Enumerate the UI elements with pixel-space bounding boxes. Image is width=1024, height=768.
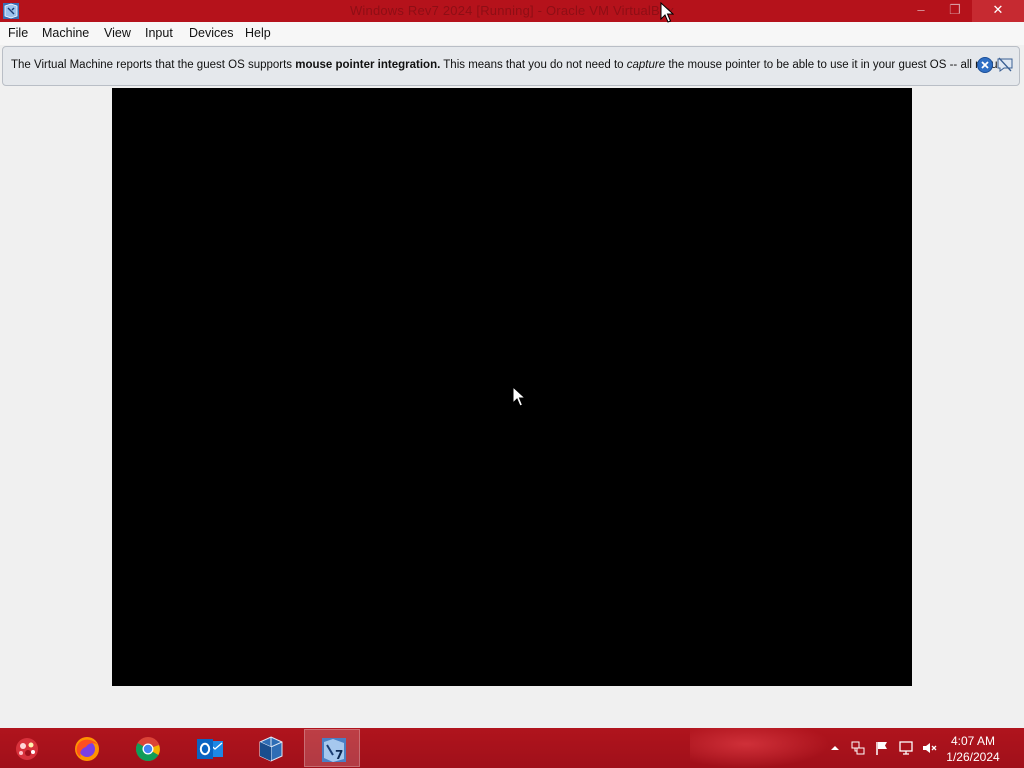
menu-machine[interactable]: Machine: [42, 26, 89, 40]
notification-text-bold: mouse pointer integration.: [295, 59, 441, 71]
taskbar-chrome[interactable]: [119, 729, 175, 767]
mouse-integration-notification: The Virtual Machine reports that the gue…: [2, 46, 1020, 86]
notification-text-2: This means that you do not need to: [440, 59, 627, 71]
action-center-flag-icon[interactable]: [874, 740, 890, 756]
taskbar-virtualbox[interactable]: [242, 729, 298, 767]
virtualbox-icon: [259, 736, 283, 762]
start-button[interactable]: [0, 729, 56, 767]
notification-text-italic: capture: [626, 59, 666, 71]
clock-date: 1/26/2024: [946, 750, 1000, 764]
taskbar-outlook[interactable]: [181, 729, 237, 767]
menu-bar: File Machine View Input Devices Help: [0, 22, 1024, 45]
mouse-cursor-icon: [660, 2, 674, 23]
virtualbox-vm-icon: 7: [322, 738, 346, 762]
network-icon[interactable]: [898, 740, 914, 756]
menu-input[interactable]: Input: [145, 26, 173, 40]
notification-text-3: the mouse pointer to be able to use it i…: [665, 59, 1010, 71]
taskbar-clock[interactable]: 4:07 AM 1/26/2024: [938, 733, 1008, 765]
window-title: Windows Rev7 2024 [Running] - Oracle VM …: [349, 3, 675, 18]
close-button[interactable]: ✕: [972, 0, 1024, 22]
vm-display-area[interactable]: [0, 87, 1024, 728]
taskbar-vm-window[interactable]: 7: [304, 729, 360, 767]
network-monitor-icon[interactable]: [850, 740, 866, 756]
notification-message: The Virtual Machine reports that the gue…: [11, 59, 1010, 71]
close-circle-icon[interactable]: [976, 56, 994, 74]
notification-text-1: The Virtual Machine reports that the gue…: [11, 59, 296, 71]
show-hidden-icons-chevron-icon[interactable]: [827, 740, 843, 756]
title-bar[interactable]: Windows Rev7 2024 [Running] - Oracle VM …: [0, 0, 1024, 22]
taskbar-wallpaper-decoration: [690, 728, 830, 768]
chrome-icon: [135, 737, 160, 762]
start-orb-icon: [16, 738, 38, 760]
volume-muted-icon[interactable]: [921, 740, 937, 756]
menu-view[interactable]: View: [104, 26, 131, 40]
menu-file[interactable]: File: [8, 26, 28, 40]
minimize-button[interactable]: –: [904, 0, 938, 22]
firefox-icon: [75, 737, 99, 761]
speech-bubble-off-icon[interactable]: [996, 56, 1014, 74]
menu-help[interactable]: Help: [245, 26, 271, 40]
menu-devices[interactable]: Devices: [189, 26, 233, 40]
taskbar-firefox[interactable]: [58, 729, 114, 767]
outlook-icon: [197, 739, 223, 759]
mouse-cursor-icon: [512, 386, 526, 407]
svg-text:7: 7: [335, 748, 343, 762]
taskbar: 7 4:07 AM 1/26/2024: [0, 728, 1024, 768]
clock-time: 4:07 AM: [950, 734, 996, 748]
maximize-button[interactable]: ❐: [938, 0, 972, 22]
